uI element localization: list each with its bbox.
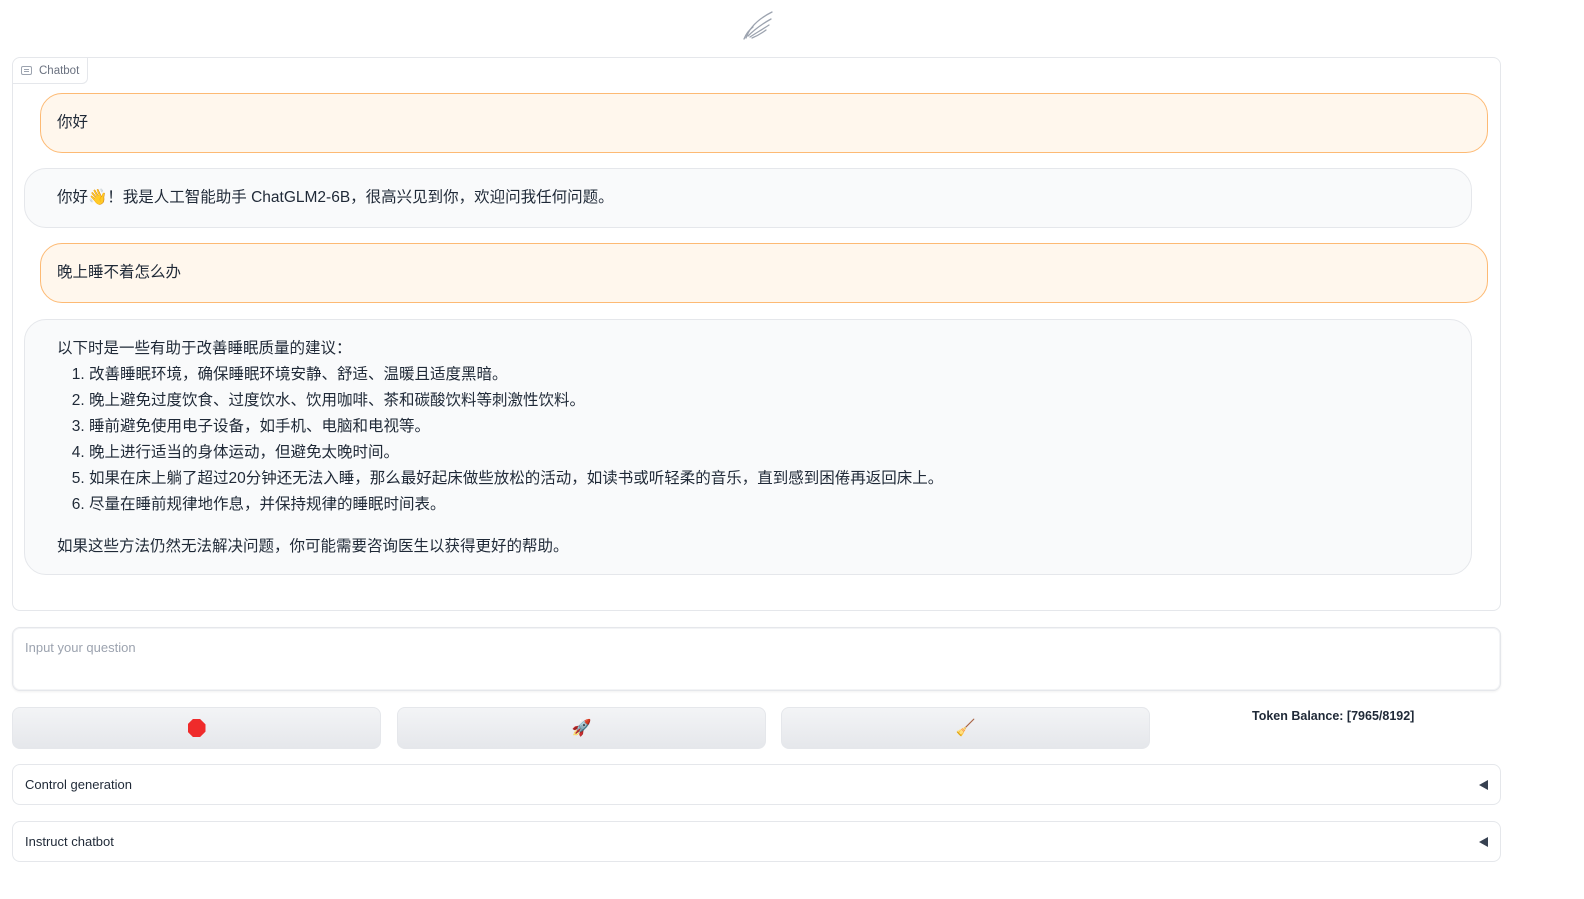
message-text: 你好👋！我是人工智能助手 ChatGLM2-6B，很高兴见到你，欢迎问我任何问题…: [57, 189, 614, 206]
accordion-control-generation[interactable]: Control generation: [12, 764, 1501, 805]
rocket-icon: 🚀: [571, 720, 592, 737]
message-text: 晚上睡不着怎么办: [57, 264, 182, 281]
collapse-triangle-icon: [1479, 779, 1488, 790]
message-intro: 以下时是一些有助于改善睡眠质量的建议：: [57, 340, 352, 357]
message-outro: 如果这些方法仍然无法解决问题，你可能需要咨询医生以获得更好的帮助。: [57, 538, 569, 555]
chatbot-label: Chatbot: [13, 58, 89, 84]
accordion-label: Instruct chatbot: [25, 834, 114, 849]
stop-button[interactable]: [12, 707, 381, 749]
broom-icon: 🧹: [955, 720, 976, 737]
question-input[interactable]: [12, 627, 1501, 691]
clear-button[interactable]: 🧹: [781, 707, 1150, 749]
token-balance: Token Balance: [7965/8192]: [1252, 709, 1415, 723]
user-message: 你好: [40, 93, 1488, 153]
collapse-triangle-icon: [1479, 836, 1488, 847]
wings-logo-icon: [743, 11, 773, 40]
chatbot-label-text: Chatbot: [39, 64, 80, 77]
bot-message: 以下时是一些有助于改善睡眠质量的建议： 改善睡眠环境，确保睡眠环境安静、舒适、温…: [24, 319, 1472, 575]
accordion-instruct-chatbot[interactable]: Instruct chatbot: [12, 821, 1501, 862]
stop-sign-icon: [187, 719, 206, 737]
bot-message: 你好👋！我是人工智能助手 ChatGLM2-6B，很高兴见到你，欢迎问我任何问题…: [24, 168, 1472, 228]
list-item: 改善睡眠环境，确保睡眠环境安静、舒适、温暖且适度黑暗。: [89, 362, 1439, 388]
user-message: 晚上睡不着怎么办: [40, 243, 1488, 303]
send-button[interactable]: 🚀: [397, 707, 766, 749]
accordion-label: Control generation: [25, 777, 132, 792]
list-item: 晚上进行适当的身体运动，但避免太晚时间。: [89, 440, 1439, 466]
list-item: 尽量在睡前规律地作息，并保持规律的睡眠时间表。: [89, 492, 1439, 518]
suggestion-list: 改善睡眠环境，确保睡眠环境安静、舒适、温暖且适度黑暗。 晚上避免过度饮食、过度饮…: [89, 362, 1439, 518]
list-item: 如果在床上躺了超过20分钟还无法入睡，那么最好起床做些放松的活动，如读书或听轻柔…: [89, 466, 1439, 492]
list-item: 晚上避免过度饮食、过度饮水、饮用咖啡、茶和碳酸饮料等刺激性饮料。: [89, 388, 1439, 414]
list-item: 睡前避免使用电子设备，如手机、电脑和电视等。: [89, 414, 1439, 440]
chat-bubble-icon: [21, 66, 32, 75]
message-text: 你好: [57, 114, 89, 131]
